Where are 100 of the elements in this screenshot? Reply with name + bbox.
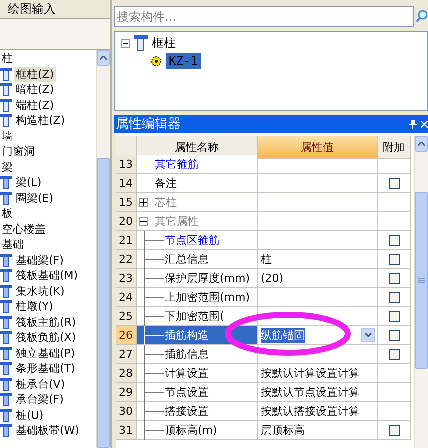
tree-node-label[interactable]: 框柱 xyxy=(152,34,176,52)
tree-item[interactable]: 基础板带(W) xyxy=(14,423,82,438)
search-icon[interactable] xyxy=(416,10,428,23)
expand-toggle-icon[interactable] xyxy=(139,198,148,206)
property-name: 备注 xyxy=(155,176,177,190)
tree-item[interactable]: 暗柱(Z) xyxy=(14,82,56,98)
checkbox[interactable] xyxy=(388,424,400,436)
property-name-cell[interactable]: 保护层厚度(mm) xyxy=(137,269,258,288)
tree-item[interactable]: 基础梁(F) xyxy=(14,252,66,268)
property-value: 柱 xyxy=(261,252,272,266)
checkbox[interactable] xyxy=(388,348,400,360)
property-name-cell[interactable]: 芯柱 xyxy=(137,193,258,212)
collapse-toggle-icon[interactable] xyxy=(139,216,148,226)
tree-item[interactable]: 筏板主筋(R) xyxy=(14,314,78,330)
checkbox[interactable] xyxy=(388,254,400,264)
tree-group-label[interactable]: 门窗洞 xyxy=(0,144,37,160)
row-number: 15 xyxy=(116,193,137,212)
checkbox[interactable] xyxy=(388,178,400,188)
property-name: 计算设置 xyxy=(165,366,209,380)
property-name: 上加密范围(mm) xyxy=(165,290,250,304)
tree-item[interactable]: 独立基础(P) xyxy=(14,346,78,361)
checkbox[interactable] xyxy=(388,310,400,322)
tree-item[interactable]: 框柱(Z) xyxy=(14,66,56,82)
close-icon[interactable] xyxy=(421,120,428,128)
property-name: 其它属性 xyxy=(155,214,199,228)
property-name: 其它箍筋 xyxy=(155,156,199,172)
panel-title: 属性编辑器 xyxy=(116,116,182,133)
column-icon xyxy=(0,83,12,96)
row-number: 23 xyxy=(116,269,137,288)
tree-item[interactable]: 柱墩(Y) xyxy=(14,299,56,314)
tree-item[interactable]: 筏板负筋(X) xyxy=(14,330,78,346)
dropdown-button[interactable] xyxy=(361,328,375,342)
checkbox[interactable] xyxy=(388,272,400,284)
property-name: 插筋构造 xyxy=(165,328,209,342)
chevron-down-icon xyxy=(364,332,372,338)
tree-item[interactable]: 构造柱(Z) xyxy=(14,113,68,128)
property-name-cell[interactable]: 下加密范围( xyxy=(137,307,258,326)
property-name: 插筋信息 xyxy=(165,346,209,362)
row-number: 14 xyxy=(116,174,137,193)
property-name-cell[interactable]: 搭接设置 xyxy=(137,402,258,421)
tree-item[interactable]: 条形基础(T) xyxy=(14,361,78,376)
tree-line-icon xyxy=(144,326,164,344)
component-icon xyxy=(0,331,12,344)
tree-item[interactable]: 圈梁(E) xyxy=(14,190,56,206)
tree-group-label[interactable]: 柱 xyxy=(0,51,15,66)
tree-item[interactable]: 集水坑(K) xyxy=(14,284,67,299)
grip-icon xyxy=(418,278,425,284)
property-name: 节点设置 xyxy=(165,384,209,400)
tree-item[interactable]: 桩(U) xyxy=(14,408,46,423)
property-name-cell[interactable]: 计算设置 xyxy=(137,364,258,383)
property-name-cell[interactable]: 节点区箍筋 xyxy=(137,231,258,250)
tree-line-icon xyxy=(144,230,164,250)
property-name-cell[interactable]: 插筋信息 xyxy=(137,345,258,364)
tree-group-label[interactable]: 墙 xyxy=(0,128,15,144)
property-value: 按默认节点设置计算 xyxy=(261,384,360,400)
property-value-cell[interactable]: 纵筋锚固 xyxy=(258,326,378,345)
property-value: (20) xyxy=(261,272,284,284)
tree-item[interactable]: 梁(L) xyxy=(14,175,44,190)
tree-line-icon xyxy=(144,402,164,420)
property-name: 节点区箍筋 xyxy=(165,232,220,248)
tree-line-icon xyxy=(144,364,164,382)
tree-group-label[interactable]: 基础 xyxy=(0,237,26,252)
property-name-cell[interactable]: 汇总信息 xyxy=(137,250,258,269)
component-icon xyxy=(0,393,12,406)
tree-item[interactable]: 端柱(Z) xyxy=(14,98,56,113)
search-field[interactable]: 搜索构件... xyxy=(114,6,414,27)
row-number: 21 xyxy=(116,231,137,250)
property-name-cell[interactable]: 插筋构造 xyxy=(137,326,258,345)
tree-item[interactable]: 桩承台(V) xyxy=(14,376,68,392)
component-icon xyxy=(0,424,12,438)
row-number: 27 xyxy=(116,345,137,364)
checkbox[interactable] xyxy=(388,234,400,246)
row-number: 31 xyxy=(116,421,137,440)
checkbox[interactable] xyxy=(388,292,400,302)
collapse-toggle-icon[interactable] xyxy=(121,38,130,48)
property-name-cell[interactable]: 其它属性 xyxy=(137,212,258,231)
property-name-cell[interactable]: 其它箍筋 xyxy=(137,155,258,174)
scrollbar[interactable] xyxy=(96,50,110,448)
scrollbar[interactable] xyxy=(414,136,428,448)
property-name: 顶标高(m) xyxy=(165,422,218,438)
row-number: 20 xyxy=(116,212,137,231)
tree-item[interactable]: 筏板基础(M) xyxy=(14,268,80,284)
pin-icon[interactable] xyxy=(409,120,417,128)
property-name-cell[interactable]: 上加密范围(mm) xyxy=(137,288,258,307)
property-name-cell[interactable]: 备注 xyxy=(137,174,258,193)
property-name-cell[interactable]: 节点设置 xyxy=(137,383,258,402)
component-icon xyxy=(0,254,12,267)
tree-item[interactable]: KZ-1 xyxy=(166,53,201,69)
row-number: 22 xyxy=(116,250,137,269)
tree-group-label[interactable]: 梁 xyxy=(0,160,15,175)
checkbox[interactable] xyxy=(388,330,400,340)
tree-group-label[interactable]: 板 xyxy=(0,206,15,222)
row-number: 24 xyxy=(116,288,137,307)
property-name-cell[interactable]: 顶标高(m) xyxy=(137,421,258,440)
tree-group-label[interactable]: 空心楼盖 xyxy=(0,222,48,237)
tree-item[interactable]: 承台梁(F) xyxy=(14,392,66,408)
component-icon xyxy=(0,269,12,282)
property-name: 搭接设置 xyxy=(165,404,209,418)
panel-title: 绘图输入 xyxy=(0,0,110,19)
component-icon xyxy=(0,316,12,329)
